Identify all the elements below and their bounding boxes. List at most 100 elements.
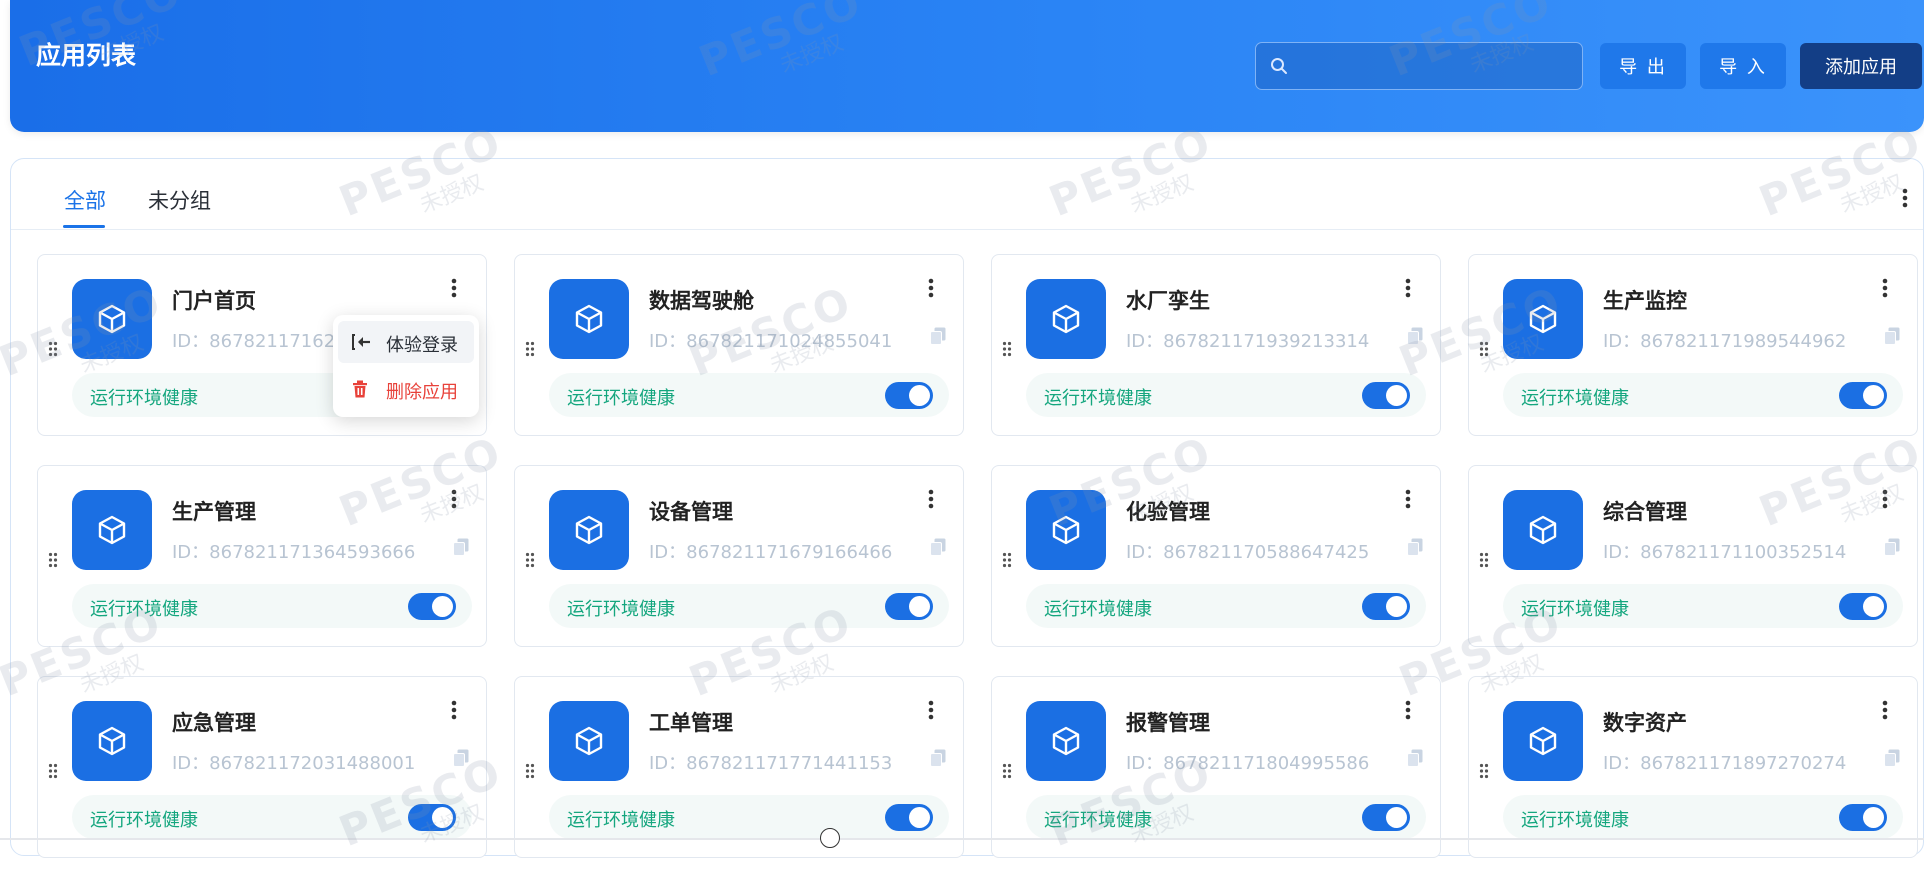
enable-toggle[interactable] (408, 804, 456, 831)
app-id: ID：867821171679166466 (649, 542, 893, 563)
copy-icon[interactable] (930, 749, 946, 767)
drag-handle-icon[interactable] (48, 552, 58, 568)
tab-ungrouped[interactable]: 未分组 (148, 185, 211, 215)
status-label: 运行环境健康 (1044, 599, 1152, 620)
app-name: 数字资产 (1603, 711, 1687, 735)
status-bar: 运行环境健康 (1026, 584, 1426, 628)
more-vertical-icon[interactable] (1881, 699, 1889, 721)
app-id: ID：867821171364593666 (172, 542, 416, 563)
drag-handle-icon[interactable] (48, 341, 58, 357)
toggle-knob (909, 385, 930, 406)
app-icon (72, 279, 152, 359)
enable-toggle[interactable] (1839, 593, 1887, 620)
app-card[interactable]: 化验管理 ID：867821170588647425 运行环境健康 (991, 465, 1441, 647)
more-vertical-icon[interactable] (927, 488, 935, 510)
menu-item-label: 删除应用 (386, 382, 458, 403)
drag-handle-icon[interactable] (1002, 763, 1012, 779)
app-name: 生产监控 (1603, 289, 1687, 313)
app-id: ID：867821170588647425 (1126, 542, 1370, 563)
status-bar: 运行环境健康 (1503, 373, 1903, 417)
app-card[interactable]: 综合管理 ID：867821171100352514 运行环境健康 (1468, 465, 1918, 647)
copy-icon[interactable] (1884, 538, 1900, 556)
app-card[interactable]: 生产管理 ID：867821171364593666 运行环境健康 (37, 465, 487, 647)
drag-handle-icon[interactable] (48, 763, 58, 779)
enable-toggle[interactable] (1839, 804, 1887, 831)
active-tab-indicator (63, 225, 105, 228)
app-name: 化验管理 (1126, 500, 1210, 524)
enable-toggle[interactable] (1362, 382, 1410, 409)
copy-icon[interactable] (1407, 538, 1423, 556)
app-name: 门户首页 (172, 289, 256, 313)
drag-handle-icon[interactable] (1479, 552, 1489, 568)
more-vertical-icon[interactable] (1404, 699, 1412, 721)
app-card[interactable]: 数字资产 ID：867821171897270274 运行环境健康 (1468, 676, 1918, 858)
enable-toggle[interactable] (885, 804, 933, 831)
import-button[interactable]: 导 入 (1700, 43, 1786, 89)
more-vertical-icon[interactable] (450, 277, 458, 299)
copy-icon[interactable] (1407, 327, 1423, 345)
menu-item-delete-app[interactable]: 删除应用 (338, 368, 474, 410)
copy-icon[interactable] (1884, 749, 1900, 767)
more-vertical-icon[interactable] (1881, 488, 1889, 510)
drag-handle-icon[interactable] (1479, 763, 1489, 779)
app-card[interactable]: 设备管理 ID：867821171679166466 运行环境健康 (514, 465, 964, 647)
header-bar: 应用列表 导 出 导 入 添加应用 (10, 0, 1924, 132)
app-icon (1026, 490, 1106, 570)
copy-icon[interactable] (930, 327, 946, 345)
app-card[interactable]: 数据驾驶舱 ID：867821171024855041 运行环境健康 (514, 254, 964, 436)
menu-item-trial-login[interactable]: 体验登录 (338, 321, 474, 363)
enable-toggle[interactable] (408, 593, 456, 620)
export-button[interactable]: 导 出 (1600, 43, 1686, 89)
app-id: ID：867821171804995586 (1126, 753, 1370, 774)
add-app-button[interactable]: 添加应用 (1800, 43, 1922, 89)
app-card[interactable]: 水厂孪生 ID：867821171939213314 运行环境健康 (991, 254, 1441, 436)
more-vertical-icon[interactable] (1404, 277, 1412, 299)
app-id: ID：867821171624 (172, 331, 347, 352)
more-vertical-icon[interactable] (450, 488, 458, 510)
app-card[interactable]: 报警管理 ID：867821171804995586 运行环境健康 (991, 676, 1441, 858)
toggle-knob (1863, 807, 1884, 828)
drag-handle-icon[interactable] (525, 341, 535, 357)
copy-icon[interactable] (453, 538, 469, 556)
app-name: 生产管理 (172, 500, 256, 524)
copy-icon[interactable] (453, 749, 469, 767)
cube-icon (1052, 515, 1080, 545)
copy-icon[interactable] (1407, 749, 1423, 767)
enable-toggle[interactable] (885, 382, 933, 409)
enable-toggle[interactable] (1362, 593, 1410, 620)
drag-handle-icon[interactable] (1002, 552, 1012, 568)
drag-handle-icon[interactable] (525, 552, 535, 568)
more-vertical-icon[interactable] (927, 277, 935, 299)
app-card[interactable]: 生产监控 ID：867821171989544962 运行环境健康 (1468, 254, 1918, 436)
enable-toggle[interactable] (1362, 804, 1410, 831)
search-input[interactable] (1255, 42, 1583, 90)
app-id: ID：867821171771441153 (649, 753, 893, 774)
more-vertical-icon[interactable] (1881, 277, 1889, 299)
status-bar: 运行环境健康 (549, 584, 949, 628)
app-icon (1503, 701, 1583, 781)
app-icon (549, 490, 629, 570)
menu-item-label: 体验登录 (386, 335, 458, 356)
tab-bar: 全部 未分组 (11, 159, 1923, 230)
app-id: ID：867821171024855041 (649, 331, 893, 352)
cube-icon (98, 726, 126, 756)
app-card[interactable]: 工单管理 ID：867821171771441153 运行环境健康 (514, 676, 964, 858)
drag-handle-icon[interactable] (1002, 341, 1012, 357)
copy-icon[interactable] (930, 538, 946, 556)
more-vertical-icon[interactable] (1901, 187, 1909, 209)
app-icon (549, 701, 629, 781)
app-id: ID：867821171897270274 (1603, 753, 1847, 774)
app-card[interactable]: 应急管理 ID：867821172031488001 运行环境健康 (37, 676, 487, 858)
drag-handle-icon[interactable] (525, 763, 535, 779)
status-bar: 运行环境健康 (1026, 795, 1426, 839)
app-name: 应急管理 (172, 711, 256, 735)
more-vertical-icon[interactable] (1404, 488, 1412, 510)
enable-toggle[interactable] (885, 593, 933, 620)
copy-icon[interactable] (1884, 327, 1900, 345)
tab-all[interactable]: 全部 (64, 185, 106, 215)
resize-handle[interactable] (820, 828, 840, 848)
drag-handle-icon[interactable] (1479, 341, 1489, 357)
more-vertical-icon[interactable] (927, 699, 935, 721)
enable-toggle[interactable] (1839, 382, 1887, 409)
more-vertical-icon[interactable] (450, 699, 458, 721)
